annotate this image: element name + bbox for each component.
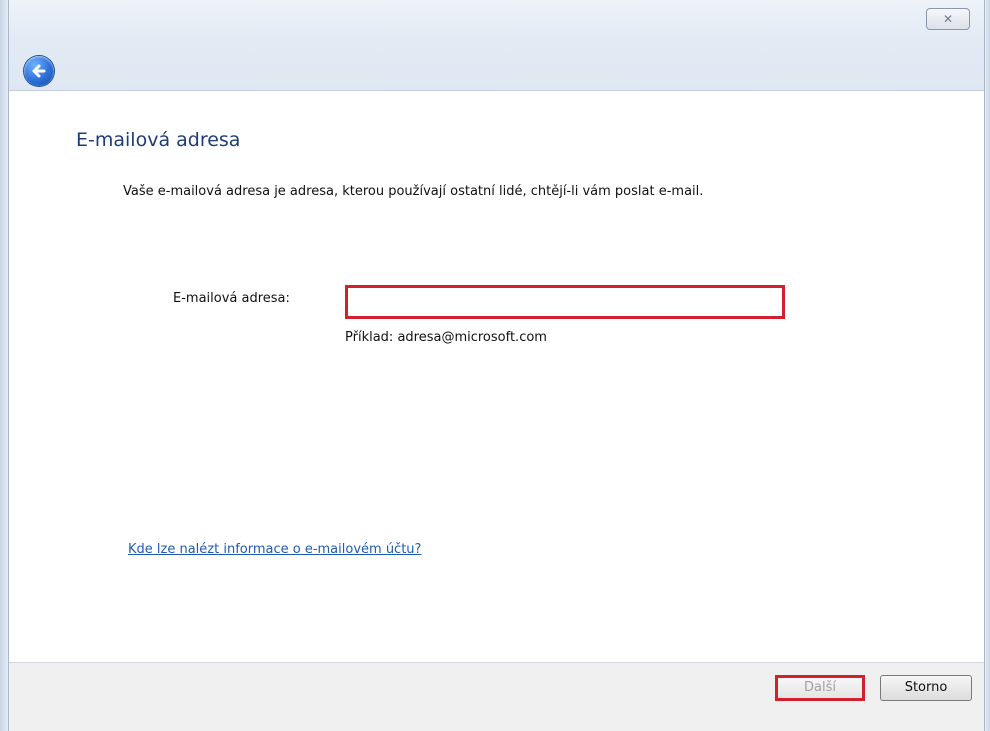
- close-icon: ✕: [942, 12, 954, 26]
- back-arrow-icon: [32, 64, 46, 78]
- page-description: Vaše e-mailová adresa je adresa, kterou …: [123, 184, 704, 199]
- window-frame-left: [0, 0, 9, 731]
- email-input[interactable]: [345, 285, 785, 319]
- close-button[interactable]: ✕: [926, 8, 970, 30]
- dialog-window: ✕ E-mailová adresa Vaše e-mailová adresa…: [0, 0, 990, 731]
- navigation-bar: [9, 40, 984, 91]
- page-title: E-mailová adresa: [76, 129, 241, 151]
- content-panel: E-mailová adresa Vaše e-mailová adresa j…: [9, 91, 984, 663]
- email-account-help-link[interactable]: Kde lze nalézt informace o e-mailovém úč…: [128, 542, 421, 557]
- title-bar: ✕: [9, 0, 984, 40]
- email-label: E-mailová adresa:: [173, 291, 290, 306]
- next-button[interactable]: Další: [775, 675, 865, 701]
- cancel-button[interactable]: Storno: [880, 675, 972, 701]
- window-frame-right: [984, 0, 990, 731]
- back-button[interactable]: [24, 56, 54, 86]
- email-example: Příklad: adresa@microsoft.com: [345, 330, 547, 345]
- dialog-footer: Další Storno: [9, 662, 984, 731]
